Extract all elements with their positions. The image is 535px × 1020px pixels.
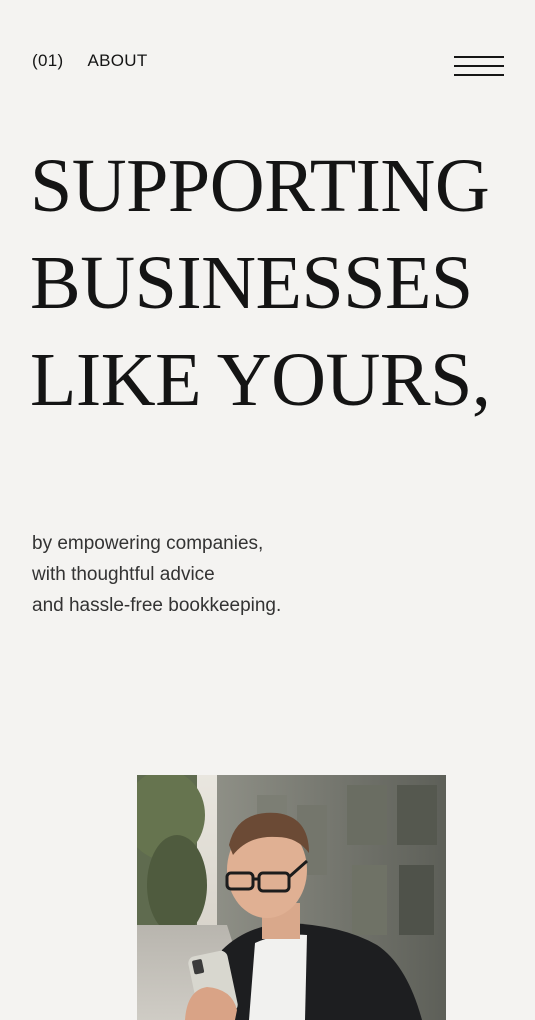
hero-headline: SUPPORTING BUSINESSES LIKE YOURS,: [30, 138, 491, 429]
menu-line: [454, 65, 504, 67]
headline-line: BUSINESSES: [30, 241, 473, 325]
section-number: (01): [32, 51, 64, 70]
hero-subtext: by empowering companies, with thoughtful…: [32, 528, 281, 621]
about-page: (01) ABOUT SUPPORTING BUSINESSES LIKE YO…: [0, 0, 535, 1020]
subtext-line: and hassle-free bookkeeping.: [32, 595, 282, 616]
menu-line: [454, 56, 504, 58]
subtext-line: by empowering companies,: [32, 533, 264, 554]
section-label: (01) ABOUT: [32, 50, 148, 72]
subtext-line: with thoughtful advice: [32, 564, 215, 585]
headline-line: SUPPORTING: [30, 144, 490, 228]
team-member-photo: [137, 775, 446, 1020]
section-title: ABOUT: [87, 51, 148, 70]
hamburger-menu-icon[interactable]: [454, 54, 504, 78]
menu-line: [454, 74, 504, 76]
headline-line: LIKE YOURS,: [30, 338, 491, 422]
